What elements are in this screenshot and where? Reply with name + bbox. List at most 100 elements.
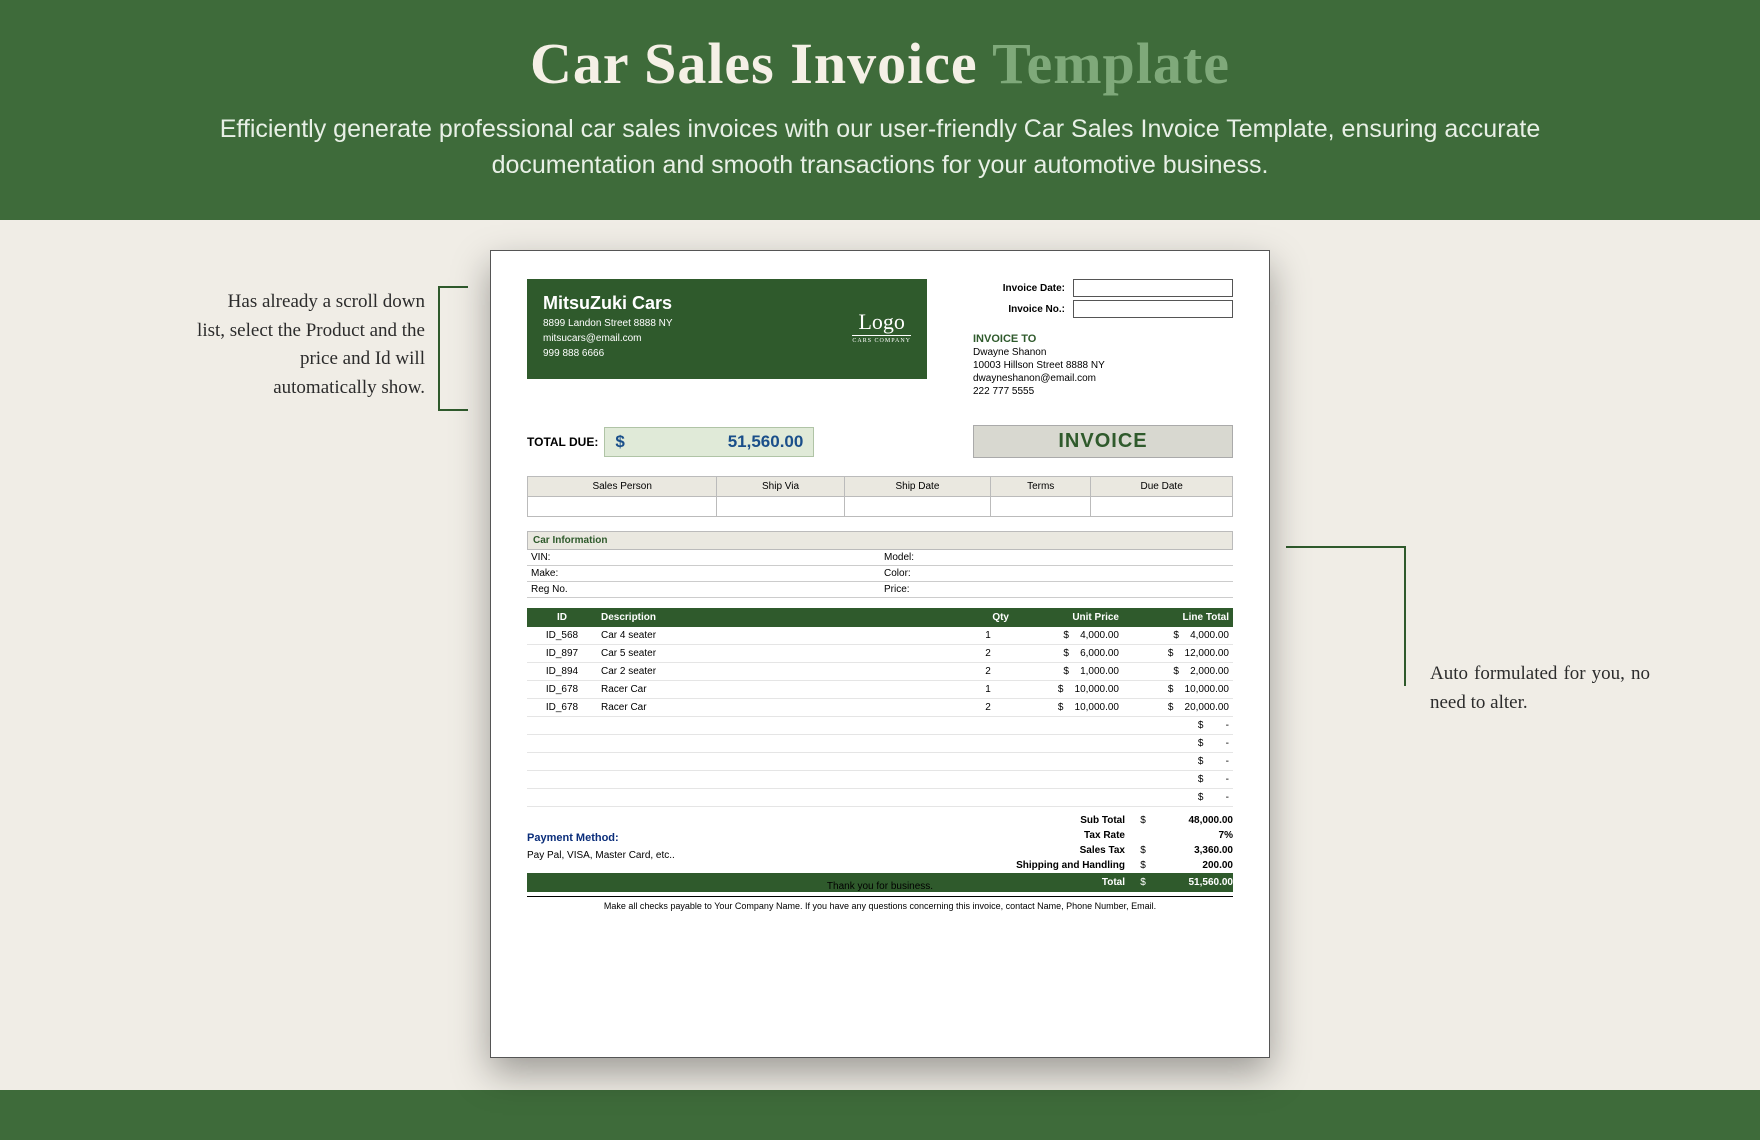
cell-desc: Car 2 seater [597,663,963,681]
model-label: Model: [880,550,960,566]
vin-value[interactable] [607,550,880,566]
cell-unit: $ 6,000.00 [1013,645,1123,663]
invoice-to-heading: INVOICE TO [973,333,1233,345]
col-shipdate: Ship Date [844,477,990,497]
table-row[interactable]: ID_678Racer Car2$ 10,000.00$ 20,000.00 [527,699,1233,717]
currency-symbol: $ [1133,815,1153,826]
table-row-empty[interactable]: $ - [527,789,1233,807]
cell-empty: $ - [1123,735,1233,753]
cell-qty: 2 [963,663,1013,681]
company-phone: 999 888 6666 [543,348,911,359]
table-row[interactable]: ID_897Car 5 seater2$ 6,000.00$ 12,000.00 [527,645,1233,663]
make-label: Make: [527,566,607,582]
cell-qty: 2 [963,645,1013,663]
stage: Has already a scroll down list, select t… [0,220,1760,1090]
invoice-to-block: INVOICE TO Dwayne Shanon 10003 Hillson S… [973,331,1233,397]
taxrate-label: Tax Rate [993,830,1133,841]
subtotal-label: Sub Total [993,815,1133,826]
invoice-date-field[interactable] [1073,279,1233,297]
model-value[interactable] [960,550,1233,566]
invoice-meta: Invoice Date: Invoice No.: [973,279,1233,321]
invoice-badge: INVOICE [973,425,1233,458]
col-salesperson: Sales Person [528,477,717,497]
col-id: ID [527,608,597,627]
bill-phone: 222 777 5555 [973,386,1233,397]
cell-desc: Car 5 seater [597,645,963,663]
shipping-value: 200.00 [1153,860,1233,871]
cell-qty: 1 [963,627,1013,645]
vin-label: VIN: [527,550,607,566]
title-main: Car Sales Invoice [530,31,978,96]
price-label: Price: [880,582,960,598]
cell-qty: 1 [963,681,1013,699]
cell-line: $ 10,000.00 [1123,681,1233,699]
cell-line: $ 12,000.00 [1123,645,1233,663]
bill-name: Dwayne Shanon [973,347,1233,358]
total-due-amount: 51,560.00 [728,432,804,452]
cell-unit: $ 10,000.00 [1013,681,1123,699]
table-row[interactable]: ID_678Racer Car1$ 10,000.00$ 10,000.00 [527,681,1233,699]
currency-symbol: $ [1133,845,1153,856]
col-line: Line Total [1123,608,1233,627]
cell-empty: $ - [1123,771,1233,789]
cell-id: ID_897 [527,645,597,663]
car-info-heading: Car Information [527,531,1233,550]
logo-sub: CARS COMPANY [852,335,911,344]
bill-address: 10003 Hillson Street 8888 NY [973,360,1233,371]
bracket-right [1286,546,1406,686]
color-value[interactable] [960,566,1233,582]
make-value[interactable] [607,566,880,582]
col-duedate: Due Date [1091,477,1233,497]
cell-empty: $ - [1123,753,1233,771]
page-title: Car Sales Invoice Template [60,30,1700,97]
col-unit: Unit Price [1013,608,1123,627]
table-row-empty[interactable]: $ - [527,717,1233,735]
cell-line: $ 4,000.00 [1123,627,1233,645]
cell-unit: $ 4,000.00 [1013,627,1123,645]
total-due-label: TOTAL DUE: [527,435,598,449]
cell-desc: Racer Car [597,681,963,699]
invoice-date-label: Invoice Date: [973,283,1073,294]
logo: Logo CARS COMPANY [852,309,911,344]
cell-unit: $ 10,000.00 [1013,699,1123,717]
cell-qty: 2 [963,699,1013,717]
cell-desc: Racer Car [597,699,963,717]
col-desc: Description [597,608,963,627]
total-due-value: $ 51,560.00 [604,427,814,457]
cell-id: ID_894 [527,663,597,681]
cell-desc: Car 4 seater [597,627,963,645]
total-due-row: TOTAL DUE: $ 51,560.00 INVOICE [527,425,1233,458]
logo-text: Logo [852,309,911,335]
cell-id: ID_678 [527,699,597,717]
table-row[interactable]: ID_568Car 4 seater1$ 4,000.00$ 4,000.00 [527,627,1233,645]
color-label: Color: [880,566,960,582]
currency-symbol: $ [1133,877,1153,888]
annotation-right: Auto formulated for you, no need to alte… [1430,660,1650,717]
invoice-no-label: Invoice No.: [973,304,1073,315]
col-shipvia: Ship Via [717,477,844,497]
total-label: Total [993,877,1133,888]
title-accent: Template [992,31,1230,96]
table-row-empty[interactable]: $ - [527,771,1233,789]
table-row[interactable]: ID_894Car 2 seater2$ 1,000.00$ 2,000.00 [527,663,1233,681]
page-subtitle: Efficiently generate professional car sa… [150,111,1610,184]
cell-id: ID_568 [527,627,597,645]
footnote: Make all checks payable to Your Company … [527,896,1233,911]
bracket-left [438,286,468,411]
table-row-empty[interactable]: $ - [527,735,1233,753]
cell-line: $ 2,000.00 [1123,663,1233,681]
taxrate-value: 7% [1153,830,1233,841]
invoice-no-field[interactable] [1073,300,1233,318]
reg-label: Reg No. [527,582,607,598]
col-terms: Terms [991,477,1091,497]
currency-symbol: $ [1133,860,1153,871]
footer-bar [0,1090,1760,1140]
annotation-left: Has already a scroll down list, select t… [195,288,425,402]
reg-value[interactable] [607,582,880,598]
cell-empty: $ - [1123,789,1233,807]
currency-symbol: $ [615,432,624,452]
cell-empty: $ - [1123,717,1233,735]
total-value: 51,560.00 [1153,877,1233,888]
price-value[interactable] [960,582,1233,598]
table-row-empty[interactable]: $ - [527,753,1233,771]
